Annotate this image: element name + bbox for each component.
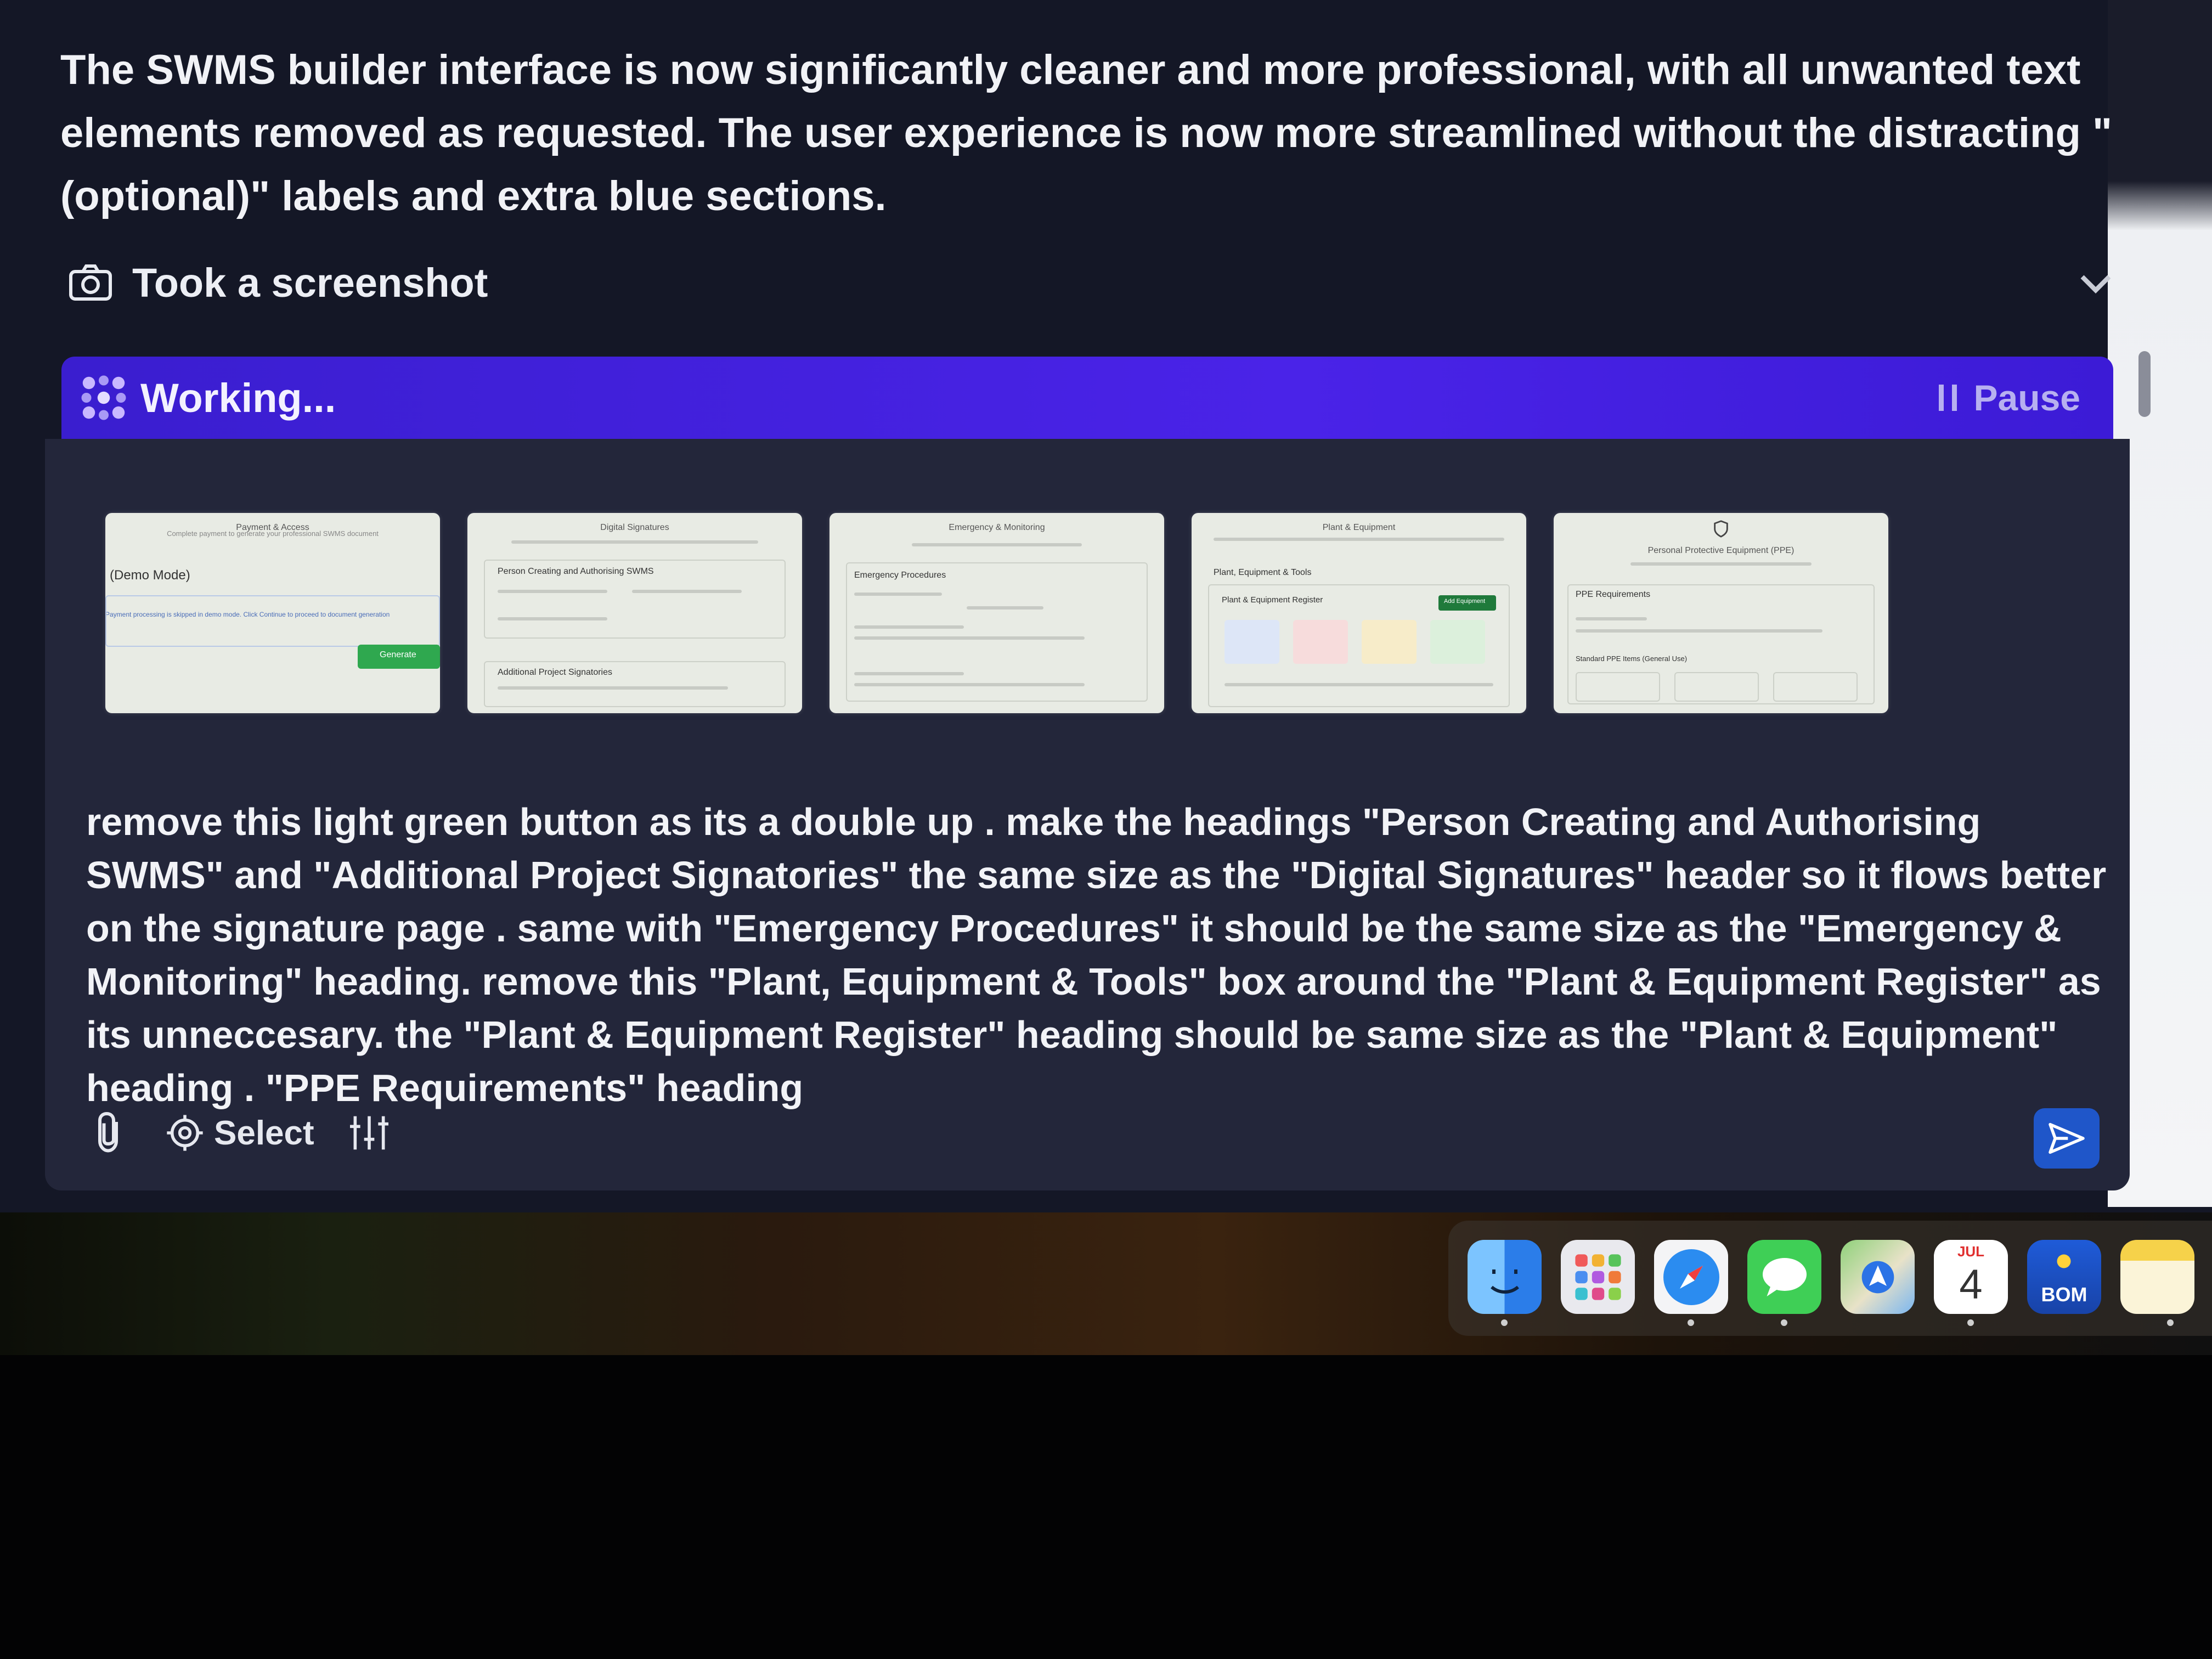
sliders-icon[interactable] — [347, 1114, 391, 1152]
working-spinner-icon — [81, 375, 126, 420]
bom-weather-icon[interactable]: BOM — [2027, 1240, 2101, 1314]
thumb-title: Plant & Equipment — [1322, 523, 1396, 532]
chevron-down-icon[interactable] — [2076, 263, 2115, 302]
thumb-heading-2: Additional Project Signatories — [498, 668, 613, 677]
safari-icon[interactable] — [1654, 1240, 1728, 1314]
launchpad-icon[interactable] — [1561, 1240, 1635, 1314]
thumbnail-emergency[interactable]: Emergency & Monitoring Emergency Procedu… — [830, 513, 1164, 713]
thumb-heading: Plant, Equipment & Tools — [1214, 568, 1312, 577]
macos-dock: JUL 4 BOM — [1448, 1221, 2212, 1336]
working-label: Working... — [140, 375, 336, 421]
send-button[interactable] — [2034, 1108, 2100, 1169]
paperclip-icon[interactable] — [94, 1111, 127, 1155]
thumb-subtitle: Complete payment to generate your profes… — [167, 529, 379, 538]
thumbnail-plant[interactable]: Plant & Equipment Plant, Equipment & Too… — [1192, 513, 1526, 713]
thumb-title: Emergency & Monitoring — [949, 523, 1045, 532]
assistant-summary-text: The SWMS builder interface is now signif… — [60, 47, 2113, 219]
send-icon — [2049, 1122, 2085, 1154]
calendar-icon[interactable]: JUL 4 — [1934, 1240, 2008, 1314]
messages-icon[interactable] — [1747, 1240, 1821, 1314]
thumbnail-signatures[interactable]: Digital Signatures Person Creating and A… — [467, 513, 802, 713]
composer-panel: Payment & Access Complete payment to gen… — [45, 439, 2130, 1190]
thumbnail-ppe[interactable]: Personal Protective Equipment (PPE) PPE … — [1554, 513, 1888, 713]
thumb-heading: (Demo Mode) — [110, 568, 190, 583]
select-label: Select — [214, 1114, 314, 1152]
thumb-button: Add Equipment — [1444, 598, 1486, 605]
pause-label: Pause — [1973, 377, 2080, 418]
monitor-screen: The SWMS builder interface is now signif… — [0, 0, 2212, 1212]
target-icon — [167, 1115, 203, 1151]
shield-icon — [1714, 520, 1728, 538]
thumb-title: Personal Protective Equipment (PPE) — [1647, 546, 1795, 555]
calendar-month: JUL — [1957, 1243, 1985, 1260]
message-input[interactable]: remove this light green button as its a … — [86, 795, 2116, 1115]
screenshot-thumbnails: Payment & Access Complete payment to gen… — [105, 513, 1916, 719]
thumb-heading-2: Plant & Equipment Register — [1222, 595, 1323, 605]
bom-label: BOM — [2041, 1283, 2087, 1306]
maps-icon[interactable] — [1841, 1240, 1915, 1314]
screenshot-action-row[interactable]: Took a screenshot — [69, 252, 2115, 313]
pause-icon — [1938, 385, 1957, 411]
thumb-title: Digital Signatures — [600, 523, 669, 532]
composer-toolbar: Select — [94, 1105, 391, 1160]
monitor-bezel — [0, 1355, 2212, 1659]
working-status-bar: Working... Pause — [61, 357, 2113, 439]
select-button[interactable]: Select — [166, 1114, 314, 1153]
calendar-day: 4 — [1959, 1261, 1983, 1308]
finder-icon[interactable] — [1468, 1240, 1542, 1314]
thumb-heading: PPE Requirements — [1576, 590, 1651, 599]
thumb-heading: Person Creating and Authorising SWMS — [498, 567, 654, 576]
thumb-heading-2: Standard PPE Items (General Use) — [1576, 654, 1688, 663]
pause-button[interactable]: Pause — [1936, 373, 2080, 422]
thumb-heading: Emergency Procedures — [854, 571, 946, 580]
camera-icon — [69, 264, 112, 301]
thumb-button: Generate — [380, 650, 416, 659]
notes-icon[interactable] — [2120, 1240, 2194, 1314]
action-label: Took a screenshot — [132, 259, 488, 306]
thumbnail-payment[interactable]: Payment & Access Complete payment to gen… — [105, 513, 440, 713]
scrollbar-thumb[interactable] — [2138, 351, 2151, 417]
